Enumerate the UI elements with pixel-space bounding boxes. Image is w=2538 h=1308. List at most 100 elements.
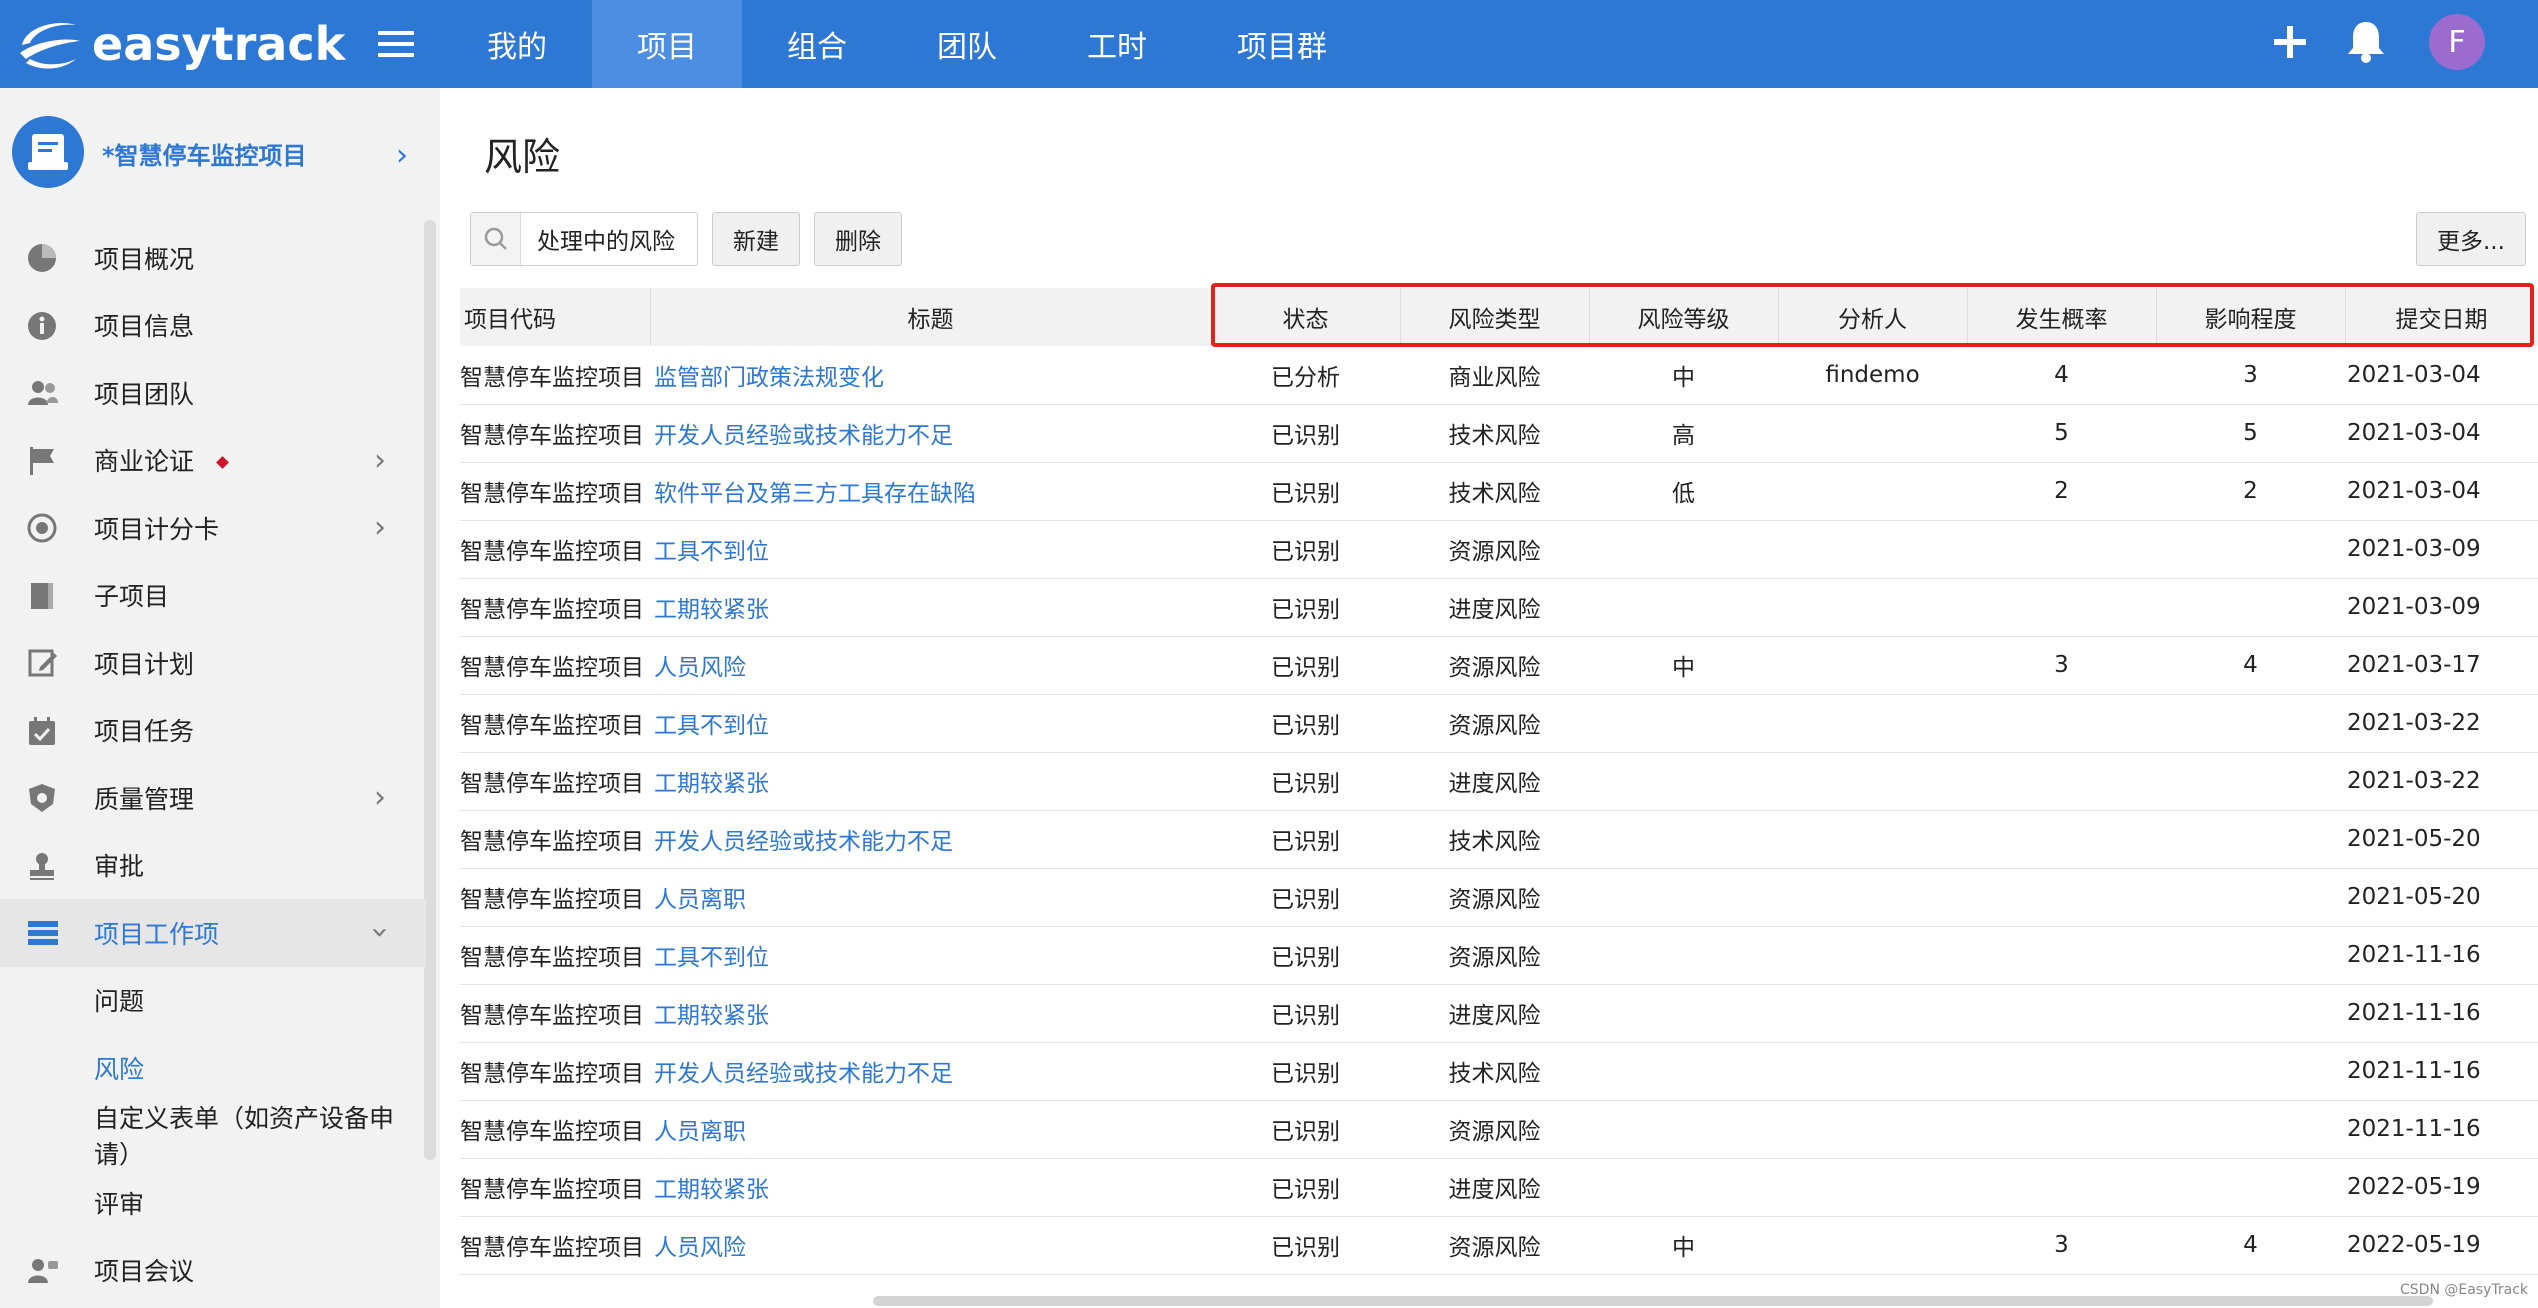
table-row[interactable]: 智慧停车监控项目 工期较紧张 已识别 进度风险 2021-03-09: [460, 578, 2538, 637]
sidebar-item-approval[interactable]: 审批: [0, 832, 426, 900]
search-icon: [471, 213, 521, 265]
delete-button[interactable]: 删除: [814, 212, 902, 266]
sidebar-item-subproject[interactable]: 子项目: [0, 562, 426, 630]
table-row[interactable]: 智慧停车监控项目 工期较紧张 已识别 进度风险 2021-11-16: [460, 984, 2538, 1043]
risk-title-link[interactable]: 人员离职: [654, 887, 746, 913]
table-row[interactable]: 智慧停车监控项目 开发人员经验或技术能力不足 已识别 技术风险高 5 5 2021-03-0…: [460, 404, 2538, 463]
column-header-title[interactable]: 标题: [650, 288, 1212, 346]
cell-status: 已识别: [1211, 1216, 1400, 1275]
table-row[interactable]: 智慧停车监控项目 人员离职 已识别 资源风险 2021-11-16: [460, 1100, 2538, 1159]
cell-code: 智慧停车监控项目: [460, 694, 650, 753]
table-row[interactable]: 智慧停车监控项目 工期较紧张 已识别 进度风险 2021-03-22: [460, 752, 2538, 811]
risk-title-link[interactable]: 开发人员经验或技术能力不足: [654, 1061, 953, 1087]
sidebar-item-plan[interactable]: 项目计划: [0, 629, 426, 697]
list-icon: [28, 921, 58, 945]
bell-icon[interactable]: [2345, 18, 2387, 64]
sidebar-subitem-issues[interactable]: 问题: [0, 967, 426, 1035]
nav-item-projects[interactable]: 项目: [592, 0, 742, 88]
cell-impact: [2156, 520, 2345, 579]
risk-title-link[interactable]: 工具不到位: [654, 945, 769, 971]
sidebar-item-scorecard[interactable]: 项目计分卡 ›: [0, 494, 426, 562]
cell-status: 已识别: [1211, 694, 1400, 753]
alert-dot-icon: [216, 455, 229, 469]
table-row[interactable]: 智慧停车监控项目 开发人员经验或技术能力不足 已识别 技术风险 2021-05-20: [460, 810, 2538, 869]
cell-submit-date: 2021-03-09: [2345, 578, 2538, 637]
cell-title: 工具不到位: [650, 926, 1211, 985]
filter-select[interactable]: 处理中的风险: [470, 212, 698, 266]
table-row[interactable]: 智慧停车监控项目 开发人员经验或技术能力不足 已识别 技术风险 2021-11-16: [460, 1042, 2538, 1101]
sidebar-item-quality[interactable]: 质量管理 ›: [0, 764, 426, 832]
sidebar-item-tasks[interactable]: 项目任务: [0, 697, 426, 765]
cell-probability: 3: [1967, 636, 2156, 695]
project-header[interactable]: *智慧停车监控项目 ›: [0, 110, 440, 200]
cell-code: 智慧停车监控项目: [460, 346, 650, 405]
cell-code: 智慧停车监控项目: [460, 520, 650, 579]
project-icon: [12, 116, 84, 188]
nav-item-portfolio[interactable]: 组合: [742, 0, 892, 88]
sidebar-item-meetings[interactable]: 项目会议: [0, 1237, 426, 1305]
risk-title-link[interactable]: 开发人员经验或技术能力不足: [654, 829, 953, 855]
sidebar-item-team[interactable]: 项目团队: [0, 359, 426, 427]
risk-title-link[interactable]: 工期较紧张: [654, 771, 769, 797]
sidebar-subitem-review[interactable]: 评审: [0, 1169, 426, 1237]
table-row[interactable]: 智慧停车监控项目 软件平台及第三方工具存在缺陷 已识别 技术风险低 2 2 2021-03-…: [460, 462, 2538, 521]
sidebar: *智慧停车监控项目 › 项目概况 项目信息 项目团队 商业论证 › 项目计分卡 …: [0, 88, 440, 1308]
column-header-risk-type[interactable]: 风险类型: [1400, 288, 1590, 346]
add-icon[interactable]: [2270, 22, 2310, 62]
horizontal-scrollbar[interactable]: [873, 1296, 2433, 1306]
risk-title-link[interactable]: 人员离职: [654, 1119, 746, 1145]
chevron-right-icon: ›: [374, 780, 386, 816]
cell-risk-type: 资源风险: [1400, 694, 1589, 753]
risk-title-link[interactable]: 监管部门政策法规变化: [654, 365, 884, 391]
table-row[interactable]: 智慧停车监控项目 人员风险 已识别 资源风险中 3 4 2022-05-19: [460, 1216, 2538, 1275]
table-row[interactable]: 智慧停车监控项目 监管部门政策法规变化 已分析 商业风险中 findemo 4 3 2021-…: [460, 346, 2538, 405]
sidebar-item-business-case[interactable]: 商业论证 ›: [0, 427, 426, 495]
chevron-right-icon: ›: [374, 510, 386, 546]
filter-value: 处理中的风险: [537, 229, 675, 255]
column-header-risk-level[interactable]: 风险等级: [1589, 288, 1779, 346]
cell-analyst: [1778, 984, 1967, 1043]
sidebar-item-overview[interactable]: 项目概况: [0, 224, 426, 292]
cell-probability: [1967, 578, 2156, 637]
column-header-probability[interactable]: 发生概率: [1967, 288, 2157, 346]
risk-title-link[interactable]: 工具不到位: [654, 539, 769, 565]
user-avatar[interactable]: F: [2429, 14, 2485, 70]
column-header-code[interactable]: 项目代码: [460, 288, 651, 346]
menu-toggle-icon[interactable]: [378, 27, 414, 61]
cell-probability: [1967, 984, 2156, 1043]
table-row[interactable]: 智慧停车监控项目 工具不到位 已识别 资源风险 2021-11-16: [460, 926, 2538, 985]
column-header-status[interactable]: 状态: [1211, 288, 1401, 346]
cell-risk-level: [1589, 578, 1778, 637]
table-row[interactable]: 智慧停车监控项目 工期较紧张 已识别 进度风险 2022-05-19: [460, 1158, 2538, 1217]
risk-title-link[interactable]: 开发人员经验或技术能力不足: [654, 423, 953, 449]
sidebar-item-work-items[interactable]: 项目工作项 ›: [0, 899, 426, 967]
nav-item-mine[interactable]: 我的: [442, 0, 592, 88]
sidebar-item-info[interactable]: 项目信息: [0, 292, 426, 360]
column-header-submit-date[interactable]: 提交日期: [2345, 288, 2538, 346]
risk-title-link[interactable]: 软件平台及第三方工具存在缺陷: [654, 481, 976, 507]
cell-title: 工期较紧张: [650, 984, 1211, 1043]
nav-item-timesheet[interactable]: 工时: [1042, 0, 1192, 88]
table-row[interactable]: 智慧停车监控项目 工具不到位 已识别 资源风险 2021-03-09: [460, 520, 2538, 579]
sidebar-subitem-risks[interactable]: 风险: [0, 1034, 426, 1102]
more-button[interactable]: 更多...: [2416, 212, 2526, 266]
sidebar-subitem-custom-form[interactable]: 自定义表单（如资产设备申请）: [0, 1102, 426, 1169]
logo[interactable]: easytrack: [16, 12, 345, 76]
risk-title-link[interactable]: 工具不到位: [654, 713, 769, 739]
nav-item-program[interactable]: 项目群: [1192, 0, 1372, 88]
risk-title-link[interactable]: 人员风险: [654, 655, 746, 681]
table-row[interactable]: 智慧停车监控项目 工具不到位 已识别 资源风险 2021-03-22: [460, 694, 2538, 753]
table-row[interactable]: 智慧停车监控项目 人员风险 已识别 资源风险中 3 4 2021-03-17: [460, 636, 2538, 695]
risk-title-link[interactable]: 工期较紧张: [654, 1177, 769, 1203]
risk-title-link[interactable]: 人员风险: [654, 1235, 746, 1261]
cell-impact: [2156, 1100, 2345, 1159]
table-row[interactable]: 智慧停车监控项目 人员离职 已识别 资源风险 2021-05-20: [460, 868, 2538, 927]
risk-title-link[interactable]: 工期较紧张: [654, 597, 769, 623]
risk-title-link[interactable]: 工期较紧张: [654, 1003, 769, 1029]
cell-status: 已识别: [1211, 578, 1400, 637]
sidebar-item-label: 质量管理: [94, 784, 195, 814]
column-header-analyst[interactable]: 分析人: [1778, 288, 1968, 346]
new-button[interactable]: 新建: [712, 212, 800, 266]
nav-item-team[interactable]: 团队: [892, 0, 1042, 88]
column-header-impact[interactable]: 影响程度: [2156, 288, 2346, 346]
